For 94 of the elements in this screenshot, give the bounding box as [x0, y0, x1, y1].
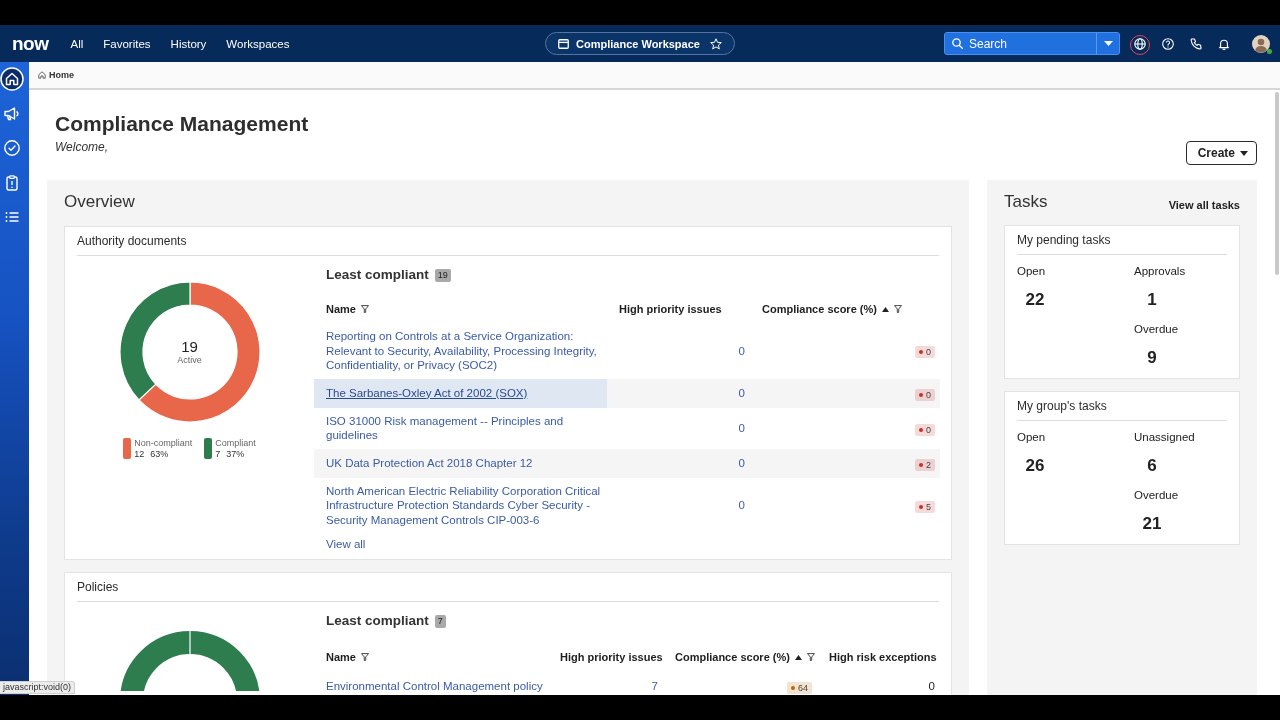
stat-value[interactable]: 1: [1147, 290, 1157, 309]
document-link[interactable]: Reporting on Controls at a Service Organization: Relevant to Security, Availability, Processing Integrity, Confidentiality, or Privacy (SOC2): [326, 329, 605, 373]
count-badge: 19: [434, 268, 451, 282]
scrollbar-thumb[interactable]: [1275, 92, 1279, 275]
sort-ascending-icon[interactable]: [794, 654, 802, 660]
donut-slice[interactable]: [137, 282, 260, 422]
panel-title: Overview: [64, 191, 135, 213]
score-value: 0: [926, 424, 931, 435]
issue-count-link[interactable]: 0: [738, 386, 745, 399]
column-header[interactable]: Compliance score (%): [762, 302, 877, 316]
view-all-link[interactable]: View all: [326, 537, 366, 552]
bell-icon[interactable]: [1218, 37, 1230, 50]
stat-value[interactable]: 6: [1147, 456, 1157, 475]
search-input[interactable]: Search: [969, 35, 1096, 52]
welcome-text: Welcome,: [55, 140, 109, 154]
stat-value[interactable]: 26: [1025, 456, 1045, 475]
search-field[interactable]: Search: [944, 32, 1120, 55]
table-title: Least compliant: [326, 613, 429, 629]
issue-count-link[interactable]: 7: [651, 680, 658, 693]
legend-label: Non-compliant: [134, 438, 193, 449]
card-title: My group's tasks: [1017, 399, 1107, 413]
phone-icon[interactable]: [1190, 37, 1202, 50]
check-circle-icon[interactable]: [4, 140, 20, 157]
home-icon: [38, 71, 46, 79]
legend-count: 7: [215, 448, 221, 459]
score-value: 0: [926, 389, 931, 400]
column-header[interactable]: High priority issues: [560, 650, 663, 664]
column-header[interactable]: High risk exceptions: [829, 650, 937, 664]
stat-label: Overdue: [1134, 488, 1179, 503]
card-title: Authority documents: [77, 234, 187, 248]
caret-icon: [1240, 150, 1248, 156]
document-link[interactable]: North American Electric Reliability Corporation Critical Infrastructure Protection Standards Cyber Security - Security Management Controls CIP-003-6: [326, 483, 605, 527]
document-link[interactable]: UK Data Protection Act 2018 Chapter 12: [326, 455, 605, 471]
clipboard-icon[interactable]: [4, 174, 20, 191]
legend-percent: 37%: [226, 448, 245, 459]
stat-value[interactable]: 9: [1147, 348, 1157, 367]
column-header[interactable]: High priority issues: [619, 302, 722, 316]
card-title: Policies: [77, 580, 119, 594]
legend-label: Compliant: [215, 438, 256, 449]
window-icon: [558, 38, 570, 49]
nav-link[interactable]: All: [70, 36, 84, 51]
panel-title: Tasks: [1004, 191, 1048, 213]
donut-center-label: Active: [177, 354, 202, 366]
nav-link[interactable]: Workspaces: [226, 36, 290, 51]
stat-label: Overdue: [1134, 322, 1179, 337]
home-icon[interactable]: [0, 67, 24, 92]
document-link[interactable]: ISO 31000 Risk management -- Principles and guidelines: [326, 413, 605, 443]
nav-link[interactable]: Favorites: [103, 36, 151, 51]
stat-label: Unassigned: [1134, 430, 1195, 445]
document-link[interactable]: The Sarbanes-Oxley Act of 2002 (SOX): [326, 385, 605, 401]
card-title: My pending tasks: [1017, 233, 1111, 247]
create-button[interactable]: Create: [1185, 141, 1257, 165]
help-icon[interactable]: [1162, 37, 1174, 50]
filter-icon[interactable]: [806, 653, 815, 661]
view-all-tasks-link[interactable]: View all tasks: [1168, 198, 1240, 212]
legend-percent: 63%: [150, 448, 169, 459]
search-icon: [952, 38, 963, 49]
stat-value[interactable]: 21: [1142, 514, 1162, 533]
score-value: 2: [926, 459, 931, 470]
table-cell: 0: [928, 680, 935, 693]
score-value: 64: [798, 683, 808, 693]
star-icon[interactable]: [709, 37, 722, 50]
count-badge: 7: [434, 614, 446, 628]
logo[interactable]: now: [12, 33, 49, 54]
issue-count-link[interactable]: 0: [738, 456, 745, 469]
document-link[interactable]: Environmental Control Management policy: [326, 679, 546, 694]
column-header[interactable]: Name: [326, 302, 356, 316]
workspace-button[interactable]: Compliance Workspace: [545, 32, 735, 55]
caret-icon: [1103, 41, 1113, 46]
filter-icon[interactable]: [893, 305, 902, 313]
issue-count-link[interactable]: 0: [738, 499, 745, 511]
issue-count-link[interactable]: 0: [738, 421, 745, 434]
nav-link[interactable]: History: [170, 36, 207, 51]
breadcrumb-link[interactable]: Home: [38, 69, 74, 81]
column-header[interactable]: Name: [326, 650, 356, 664]
issue-count-link[interactable]: 0: [738, 344, 745, 357]
score-value: 0: [926, 347, 931, 358]
avatar-icon[interactable]: [1252, 34, 1270, 53]
filter-icon[interactable]: [360, 653, 369, 661]
legend-count: 12: [134, 448, 145, 459]
donut-total: 19: [181, 338, 198, 355]
sort-ascending-icon[interactable]: [881, 306, 889, 312]
page-title: Compliance Management: [55, 111, 309, 137]
stat-label: Approvals: [1134, 264, 1186, 279]
score-value: 5: [926, 501, 931, 512]
megaphone-icon[interactable]: [4, 105, 20, 122]
filter-icon[interactable]: [360, 305, 369, 313]
stat-value[interactable]: 22: [1025, 290, 1045, 309]
table-title: Least compliant: [326, 267, 429, 283]
stat-label: Open: [1017, 430, 1046, 445]
status-url: javascript:void(0): [0, 681, 76, 694]
stat-label: Open: [1017, 264, 1046, 279]
column-header[interactable]: Compliance score (%): [675, 650, 790, 664]
globe-icon: [1134, 37, 1146, 50]
